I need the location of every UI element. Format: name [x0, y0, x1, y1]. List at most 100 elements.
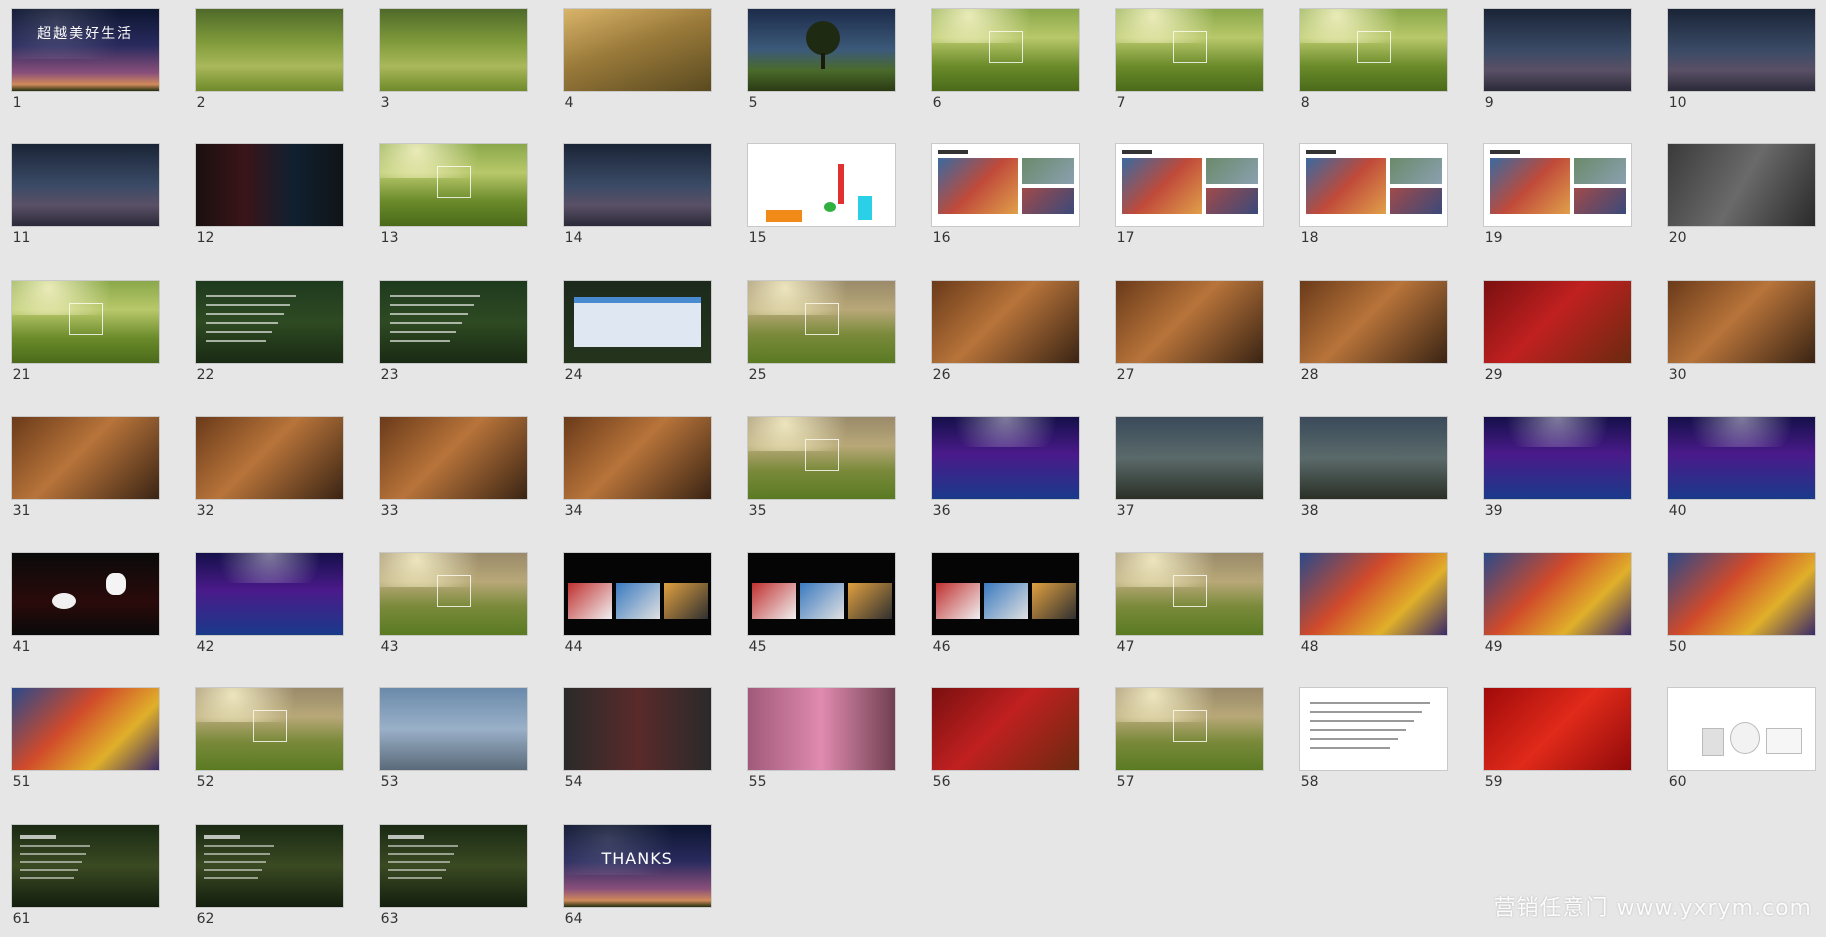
- slide-preview-image[interactable]: [747, 416, 895, 499]
- slide-preview-image[interactable]: [747, 9, 895, 92]
- slide-preview-image[interactable]: [195, 9, 343, 92]
- slide-preview-image[interactable]: [379, 824, 527, 907]
- slide-preview-image[interactable]: [1483, 416, 1631, 499]
- slide-preview-image[interactable]: [1115, 280, 1263, 363]
- slide-thumbnail[interactable]: 40: [1667, 416, 1815, 529]
- slide-thumbnail[interactable]: 29: [1483, 280, 1631, 393]
- slide-preview-image[interactable]: [747, 144, 895, 227]
- slide-thumbnail[interactable]: 4: [563, 9, 711, 121]
- slide-preview-image[interactable]: [11, 824, 159, 907]
- slide-thumbnail[interactable]: 52: [195, 688, 343, 800]
- slide-thumbnail[interactable]: 49: [1483, 553, 1631, 665]
- slide-thumbnail[interactable]: 48: [1299, 553, 1447, 665]
- slide-thumbnail[interactable]: 3: [379, 9, 527, 121]
- slide-thumbnail[interactable]: 44: [563, 553, 711, 665]
- slide-thumbnail[interactable]: 54: [563, 688, 711, 800]
- slide-thumbnail[interactable]: 12: [195, 144, 343, 256]
- slide-thumbnail[interactable]: 22: [195, 280, 343, 393]
- slide-preview-image[interactable]: [1115, 416, 1263, 499]
- slide-preview-image[interactable]: [563, 9, 711, 92]
- slide-preview-image[interactable]: [379, 553, 527, 636]
- slide-thumbnail[interactable]: 25: [747, 280, 895, 393]
- slide-thumbnail[interactable]: 2: [195, 9, 343, 121]
- slide-preview-image[interactable]: [1483, 688, 1631, 771]
- slide-thumbnail[interactable]: 34: [563, 416, 711, 529]
- slide-preview-image[interactable]: [563, 280, 711, 363]
- slide-thumbnail[interactable]: 62: [195, 824, 343, 937]
- slide-preview-image[interactable]: [931, 553, 1079, 636]
- slide-preview-image[interactable]: [1667, 144, 1815, 227]
- slide-preview-image[interactable]: [563, 144, 711, 227]
- slide-thumbnail[interactable]: 15: [747, 144, 895, 256]
- slide-preview-image[interactable]: [1667, 280, 1815, 363]
- slide-preview-image[interactable]: [1299, 553, 1447, 636]
- slide-thumbnail[interactable]: 41: [11, 553, 159, 665]
- slide-preview-image[interactable]: [563, 416, 711, 499]
- slide-preview-image[interactable]: [563, 688, 711, 771]
- slide-preview-image[interactable]: [195, 144, 343, 227]
- slide-preview-image[interactable]: [195, 553, 343, 636]
- slide-preview-image[interactable]: [195, 824, 343, 907]
- slide-thumbnail[interactable]: 53: [379, 688, 527, 800]
- slide-preview-image[interactable]: [379, 416, 527, 499]
- slide-thumbnail[interactable]: 8: [1299, 9, 1447, 121]
- slide-preview-image[interactable]: [747, 280, 895, 363]
- slide-preview-image[interactable]: THANKS: [563, 824, 711, 907]
- slide-thumbnail[interactable]: 23: [379, 280, 527, 393]
- slide-preview-image[interactable]: [1115, 688, 1263, 771]
- slide-preview-image[interactable]: [1483, 280, 1631, 363]
- slide-thumbnail[interactable]: 55: [747, 688, 895, 800]
- slide-thumbnail[interactable]: 10: [1667, 9, 1815, 121]
- slide-thumbnail[interactable]: 43: [379, 553, 527, 665]
- slide-thumbnail[interactable]: 24: [563, 280, 711, 393]
- slide-thumbnail[interactable]: 21: [11, 280, 159, 393]
- slide-thumbnail[interactable]: 31: [11, 416, 159, 529]
- slide-thumbnail[interactable]: 37: [1115, 416, 1263, 529]
- slide-thumbnail[interactable]: 9: [1483, 9, 1631, 121]
- slide-thumbnail[interactable]: 超越美好生活 1: [11, 9, 159, 121]
- slide-thumbnail[interactable]: 46: [931, 553, 1079, 665]
- slide-preview-image[interactable]: [379, 9, 527, 92]
- slide-preview-image[interactable]: 超越美好生活: [11, 9, 159, 92]
- slide-thumbnail[interactable]: 50: [1667, 553, 1815, 665]
- slide-preview-image[interactable]: [1299, 280, 1447, 363]
- slide-preview-image[interactable]: [11, 553, 159, 636]
- slide-thumbnail[interactable]: 63: [379, 824, 527, 937]
- slide-preview-image[interactable]: [1667, 553, 1815, 636]
- slide-thumbnail[interactable]: 16: [931, 144, 1079, 256]
- slide-preview-image[interactable]: [1667, 688, 1815, 771]
- slide-thumbnail[interactable]: 61: [11, 824, 159, 937]
- slide-preview-image[interactable]: [1115, 144, 1263, 227]
- slide-thumbnail[interactable]: 39: [1483, 416, 1631, 529]
- slide-thumbnail[interactable]: THANKS 64: [563, 824, 711, 937]
- slide-thumbnail[interactable]: 42: [195, 553, 343, 665]
- slide-preview-image[interactable]: [1299, 144, 1447, 227]
- slide-preview-image[interactable]: [1483, 553, 1631, 636]
- slide-thumbnail[interactable]: 28: [1299, 280, 1447, 393]
- slide-thumbnail[interactable]: 18: [1299, 144, 1447, 256]
- slide-thumbnail[interactable]: 38: [1299, 416, 1447, 529]
- slide-preview-image[interactable]: [379, 144, 527, 227]
- slide-preview-image[interactable]: [1299, 9, 1447, 92]
- slide-thumbnail[interactable]: 5: [747, 9, 895, 121]
- slide-thumbnail[interactable]: 26: [931, 280, 1079, 393]
- slide-thumbnail[interactable]: 30: [1667, 280, 1815, 393]
- slide-preview-image[interactable]: [195, 416, 343, 499]
- slide-preview-image[interactable]: [1483, 144, 1631, 227]
- slide-preview-image[interactable]: [563, 553, 711, 636]
- slide-preview-image[interactable]: [1299, 688, 1447, 771]
- slide-thumbnail[interactable]: 47: [1115, 553, 1263, 665]
- slide-preview-image[interactable]: [11, 416, 159, 499]
- slide-preview-image[interactable]: [747, 688, 895, 771]
- slide-thumbnail[interactable]: 57: [1115, 688, 1263, 800]
- slide-thumbnail[interactable]: 20: [1667, 144, 1815, 256]
- slide-thumbnail[interactable]: 36: [931, 416, 1079, 529]
- slide-preview-image[interactable]: [1483, 9, 1631, 92]
- slide-preview-image[interactable]: [931, 280, 1079, 363]
- slide-preview-image[interactable]: [1667, 416, 1815, 499]
- slide-preview-image[interactable]: [1299, 416, 1447, 499]
- slide-preview-image[interactable]: [379, 280, 527, 363]
- slide-thumbnail[interactable]: 51: [11, 688, 159, 800]
- slide-thumbnail[interactable]: 35: [747, 416, 895, 529]
- slide-preview-image[interactable]: [931, 688, 1079, 771]
